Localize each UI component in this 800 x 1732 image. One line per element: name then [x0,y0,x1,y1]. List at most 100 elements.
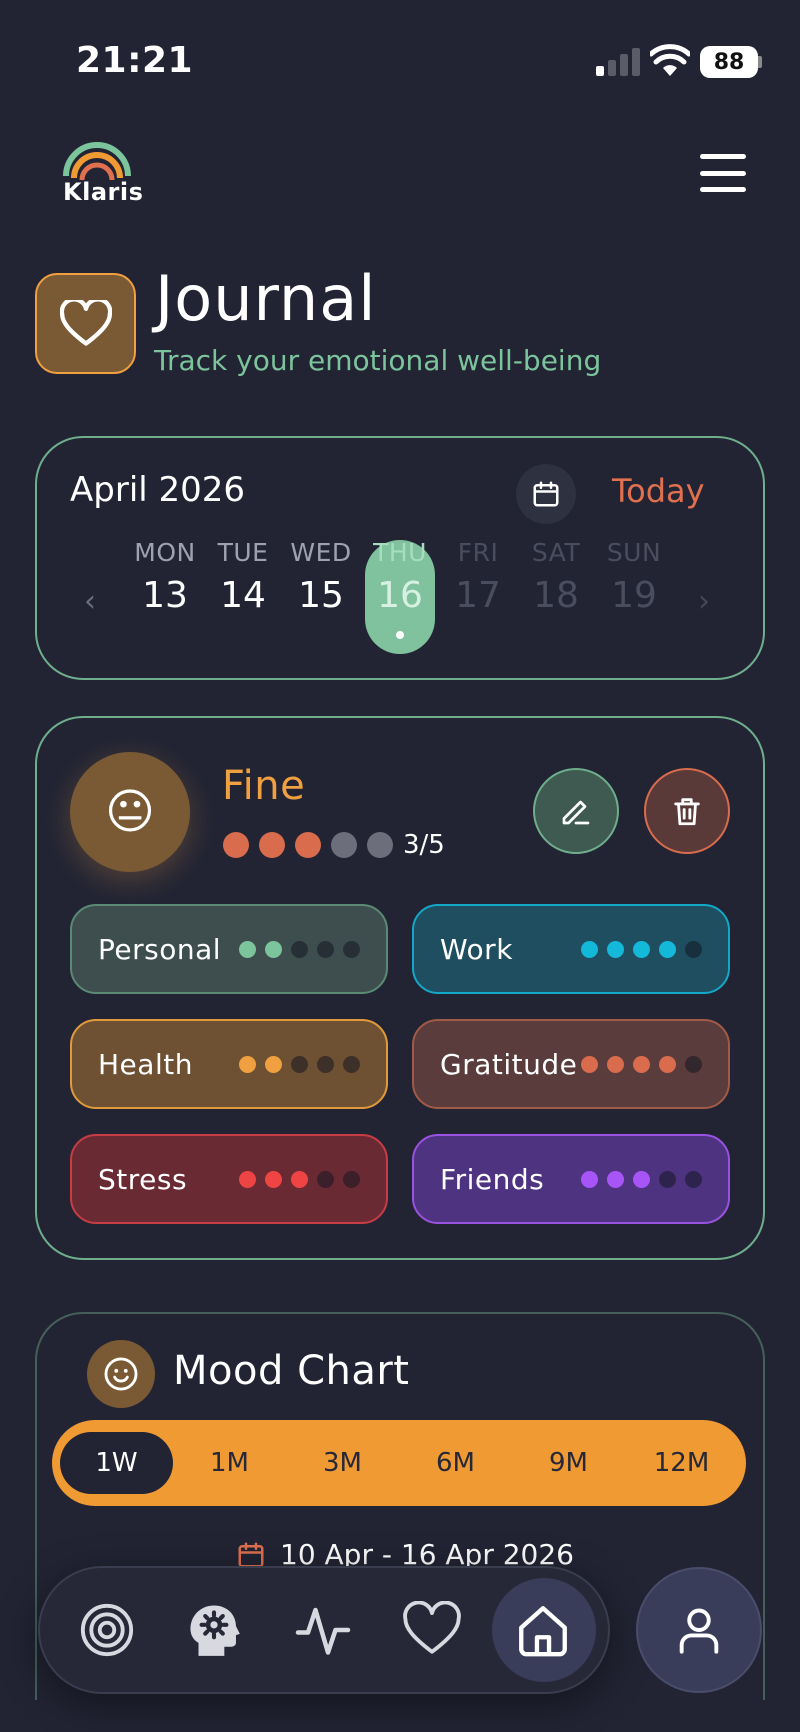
brain-gear-icon [190,1605,240,1656]
smiley-icon [87,1340,155,1408]
tag-friends[interactable]: Friends [412,1134,730,1224]
month-label: April 2026 [70,470,246,510]
mood-score: 3/5 [403,830,445,860]
entry-indicator-dot [396,631,404,639]
logo-text: Klaris [63,178,144,206]
tag-level-dot [317,1170,334,1188]
tag-level-dot [685,940,702,958]
tag-health[interactable]: Health [70,1019,388,1109]
range-6m-tab[interactable]: 6M [399,1432,512,1494]
range-9m-tab[interactable]: 9M [512,1432,625,1494]
range-1w-tab[interactable]: 1W [60,1432,173,1494]
tag-level-dot [633,940,650,958]
page-subtitle: Track your emotional well-being [154,344,602,377]
tag-level-dot [581,1170,598,1188]
nav-journal[interactable] [392,1590,472,1670]
tag-label: Friends [440,1162,545,1196]
target-icon [80,1603,134,1657]
today-button[interactable]: Today [612,472,705,510]
nav-goals[interactable] [67,1590,147,1670]
mood-rating-dot [259,832,285,858]
range-3m-tab[interactable]: 3M [286,1432,399,1494]
tag-level-dot [685,1055,702,1073]
tag-level-dot [659,1055,676,1073]
user-icon [679,1608,719,1654]
battery-indicator: 88 [700,46,758,78]
day-date: 13 [142,575,188,616]
tag-level-dot [607,1055,624,1073]
edit-entry-button[interactable] [533,768,619,854]
tag-level-dot [633,1055,650,1073]
tag-level-dot [317,940,334,958]
day-name: MON [134,538,196,567]
tag-level-dot [239,1170,256,1188]
day-name: WED [290,538,352,567]
next-week-chevron-icon[interactable]: › [698,584,710,619]
journal-heart-icon [35,273,136,374]
page-title: Journal [155,262,377,335]
day-name: TUE [217,538,269,567]
day-name: SAT [531,538,581,567]
tag-level-dots [239,940,360,958]
heart-icon [403,1601,461,1654]
day-name: THU [373,538,427,567]
battery-tip [758,56,762,68]
calendar-icon [533,481,559,507]
day-date: 18 [533,575,579,616]
previous-week-chevron-icon[interactable]: ‹ [84,584,96,619]
tag-level-dot [265,1170,282,1188]
tag-level-dots [581,940,702,958]
tag-level-dots [581,1170,702,1188]
tag-level-dot [291,1055,308,1073]
tag-level-dot [239,1055,256,1073]
day-sat: SAT 18 [518,538,594,616]
tag-work[interactable]: Work [412,904,730,994]
tag-level-dots [239,1055,360,1073]
calendar-picker-button[interactable] [516,464,576,524]
hamburger-menu-icon[interactable] [700,154,746,192]
tag-level-dot [317,1055,334,1073]
tag-personal[interactable]: Personal [70,904,388,994]
day-fri: FRI 17 [440,538,516,616]
calendar-range-icon [238,1542,264,1567]
tag-level-dot [633,1170,650,1188]
tag-level-dots [239,1170,360,1188]
delete-entry-button[interactable] [644,768,730,854]
day-date: 14 [220,575,266,616]
day-date: 15 [298,575,344,616]
tag-level-dot [343,1170,360,1188]
tag-label: Work [440,932,513,966]
tag-label: Health [98,1047,193,1081]
tag-level-dot [581,1055,598,1073]
range-12m-tab[interactable]: 12M [625,1432,738,1494]
chart-title: Mood Chart [173,1348,410,1394]
heart-outline-icon [59,299,112,346]
nav-mind[interactable] [174,1590,254,1670]
day-sun: SUN 19 [596,538,672,616]
day-thu[interactable]: THU 16 [362,538,438,616]
bottom-fade [0,1700,800,1732]
tag-level-dot [291,940,308,958]
tag-gratitude[interactable]: Gratitude [412,1019,730,1109]
nav-activity[interactable] [283,1590,363,1670]
mood-rating-dots [223,832,393,858]
tag-level-dot [343,940,360,958]
tag-level-dot [291,1170,308,1188]
day-wed[interactable]: WED 15 [283,538,359,616]
nav-home[interactable] [503,1590,583,1670]
trash-icon [674,798,700,826]
range-1m-tab[interactable]: 1M [173,1432,286,1494]
tag-stress[interactable]: Stress [70,1134,388,1224]
tag-label: Personal [98,932,222,966]
mood-rating-dot [367,832,393,858]
tag-level-dot [265,940,282,958]
profile-button[interactable] [636,1567,762,1693]
day-date: 16 [377,575,423,616]
wifi-icon [650,44,690,76]
mood-emoji: 😐 [70,752,190,872]
tag-level-dot [607,940,624,958]
tag-level-dot [607,1170,624,1188]
day-mon[interactable]: MON 13 [127,538,203,616]
range-selector: 1W 1M 3M 6M 9M 12M [52,1420,746,1506]
day-tue[interactable]: TUE 14 [205,538,281,616]
